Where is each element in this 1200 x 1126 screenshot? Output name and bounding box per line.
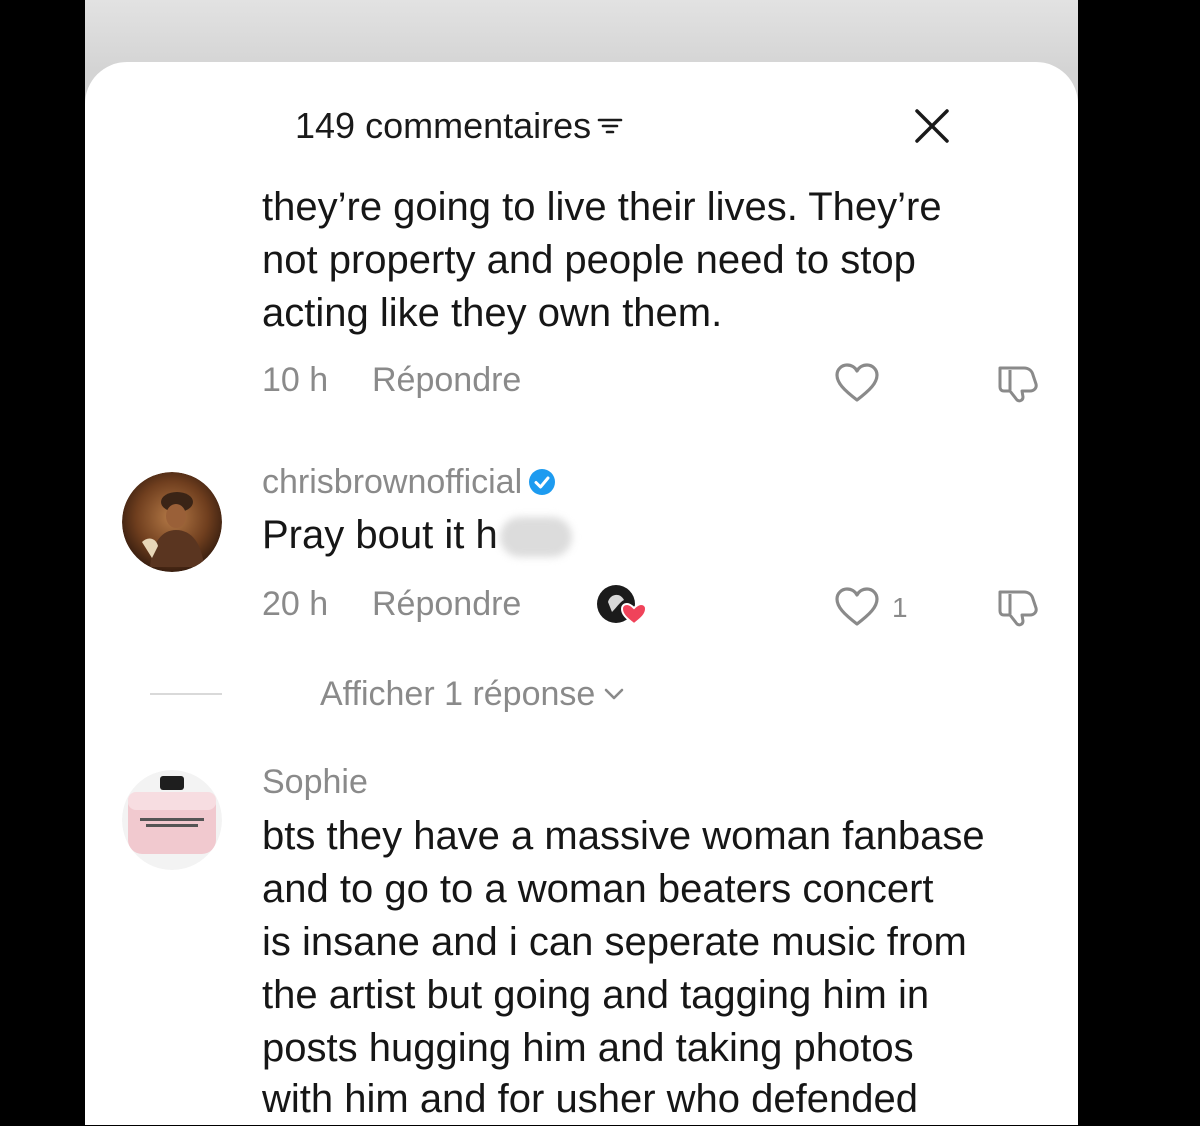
dislike-icon[interactable]	[996, 586, 1040, 628]
comment-text-line: not property and people need to stop	[262, 238, 916, 282]
reply-button[interactable]: Répondre	[372, 360, 521, 400]
comment-time: 10 h	[262, 361, 329, 399]
comments-count-header[interactable]: 149 commentaires	[295, 104, 623, 148]
comment-text-line: they’re going to live their lives. They’…	[262, 185, 942, 229]
blurred-text	[499, 517, 572, 558]
view-replies-label: Afficher 1 réponse	[320, 675, 596, 713]
sort-filter-icon[interactable]	[597, 115, 623, 137]
replies-divider	[150, 693, 222, 695]
like-heart-icon[interactable]	[834, 586, 880, 628]
reply-button[interactable]: Répondre	[372, 584, 521, 624]
comment-text-line: and to go to a woman beaters concert	[262, 867, 934, 911]
view-replies-button[interactable]: Afficher 1 réponse	[320, 674, 625, 714]
comment-time: 20 h	[262, 585, 329, 623]
like-count: 1	[892, 592, 908, 623]
comment-text-line: acting like they own them.	[262, 291, 723, 335]
comment-username[interactable]: Sophie	[262, 762, 368, 802]
avatar[interactable]	[122, 770, 222, 870]
close-icon[interactable]	[912, 106, 952, 146]
verified-badge-icon	[529, 469, 556, 495]
comment-text-line: with him and for usher who defended	[262, 1077, 918, 1121]
like-heart-icon[interactable]	[834, 362, 880, 404]
dislike-icon[interactable]	[996, 362, 1040, 404]
comment-text-content: Pray bout it h	[262, 513, 498, 557]
creator-liked-icon	[597, 585, 648, 626]
comment-text: Pray bout it h	[262, 509, 572, 562]
avatar[interactable]	[122, 472, 222, 572]
chevron-down-icon	[605, 688, 624, 700]
comments-count-label: 149 commentaires	[295, 105, 592, 146]
comment-text-line: posts hugging him and taking photos	[262, 1026, 914, 1070]
comment-text-line: is insane and i can seperate music from	[262, 920, 967, 964]
comment-username[interactable]: chrisbrownofficial	[262, 462, 556, 502]
username-label: chrisbrownofficial	[262, 463, 523, 501]
comment-text-line: the artist but going and tagging him in	[262, 973, 930, 1017]
comment-text-line: bts they have a massive woman fanbase	[262, 814, 985, 858]
